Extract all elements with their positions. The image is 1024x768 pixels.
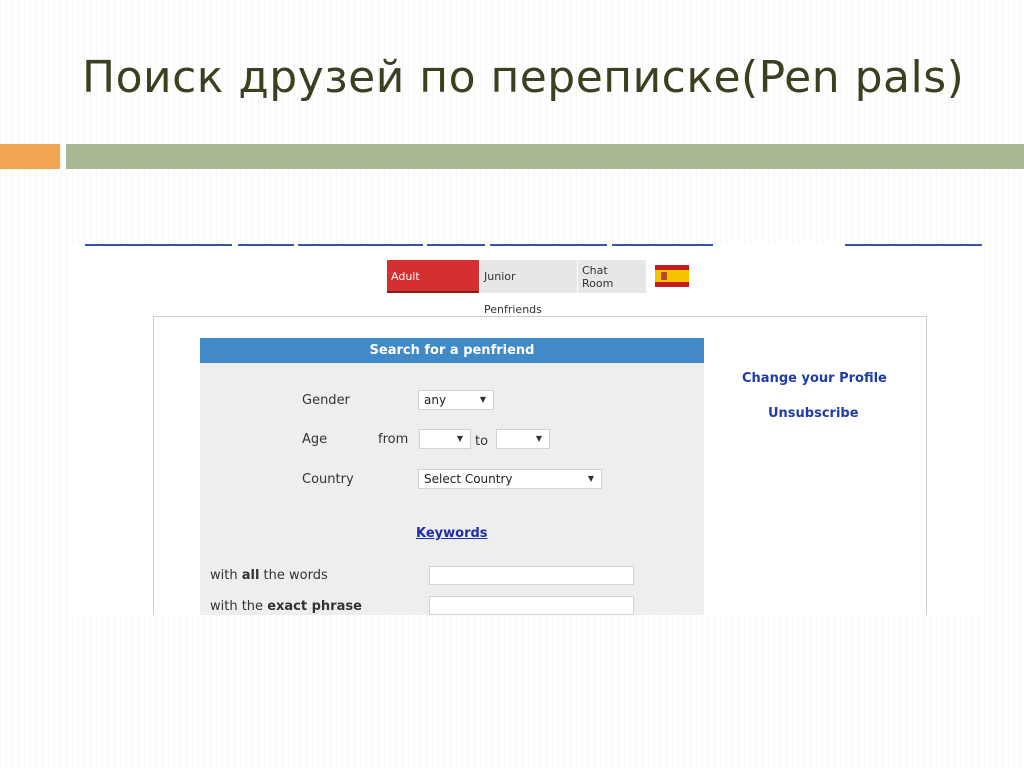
- top-nav-link[interactable]: [612, 244, 713, 246]
- slide-title: Поиск друзей по переписке(Pen pals): [82, 52, 965, 103]
- search-panel: Search for a penfriend Gender any ▼ Age …: [200, 338, 704, 615]
- country-select[interactable]: Select Country ▼: [418, 469, 602, 489]
- top-nav-link[interactable]: [85, 244, 232, 246]
- accent-bar-orange: [0, 144, 60, 169]
- tab-junior-penfriends[interactable]: Junior Penfriends: [480, 260, 577, 316]
- age-from-label: from: [378, 432, 409, 447]
- country-select-value: Select Country: [424, 472, 513, 486]
- age-to-select[interactable]: ▼: [496, 429, 550, 449]
- top-nav-link[interactable]: [238, 244, 294, 246]
- chevron-down-icon: ▼: [535, 434, 542, 443]
- search-panel-header: Search for a penfriend: [200, 338, 704, 363]
- website-screenshot: Adult Penfriends Junior Penfriends Chat …: [68, 243, 982, 615]
- chevron-down-icon: ▼: [456, 434, 463, 443]
- spain-flag-icon[interactable]: [655, 265, 689, 287]
- gender-label: Gender: [302, 393, 350, 408]
- chevron-down-icon: ▼: [479, 395, 486, 404]
- chevron-down-icon: ▼: [587, 474, 594, 483]
- gender-select-value: any: [424, 393, 447, 407]
- accent-bar-green: [66, 144, 1024, 169]
- tab-chat-room[interactable]: Chat Room: [578, 260, 646, 293]
- unsubscribe-link[interactable]: Unsubscribe: [768, 406, 859, 421]
- main-content-box: Search for a penfriend Gender any ▼ Age …: [153, 316, 927, 615]
- top-nav-link[interactable]: [845, 244, 982, 246]
- age-from-select[interactable]: ▼: [419, 429, 471, 449]
- top-nav-link[interactable]: [490, 244, 607, 246]
- exact-phrase-input[interactable]: [429, 596, 634, 615]
- top-nav-links: [85, 243, 982, 249]
- top-nav-link[interactable]: [427, 244, 485, 246]
- country-label: Country: [302, 472, 354, 487]
- all-words-label: with all the words: [210, 568, 328, 583]
- keywords-link[interactable]: Keywords: [416, 526, 488, 541]
- change-profile-link[interactable]: Change your Profile: [742, 371, 887, 386]
- all-words-input[interactable]: [429, 566, 634, 585]
- gender-select[interactable]: any ▼: [418, 390, 494, 410]
- age-to-label: to: [475, 434, 489, 449]
- age-label: Age: [302, 432, 328, 447]
- tab-adult-penfriends[interactable]: Adult Penfriends: [387, 260, 479, 316]
- exact-phrase-label: with the exact phrase: [210, 599, 362, 614]
- top-nav-link[interactable]: [298, 244, 423, 246]
